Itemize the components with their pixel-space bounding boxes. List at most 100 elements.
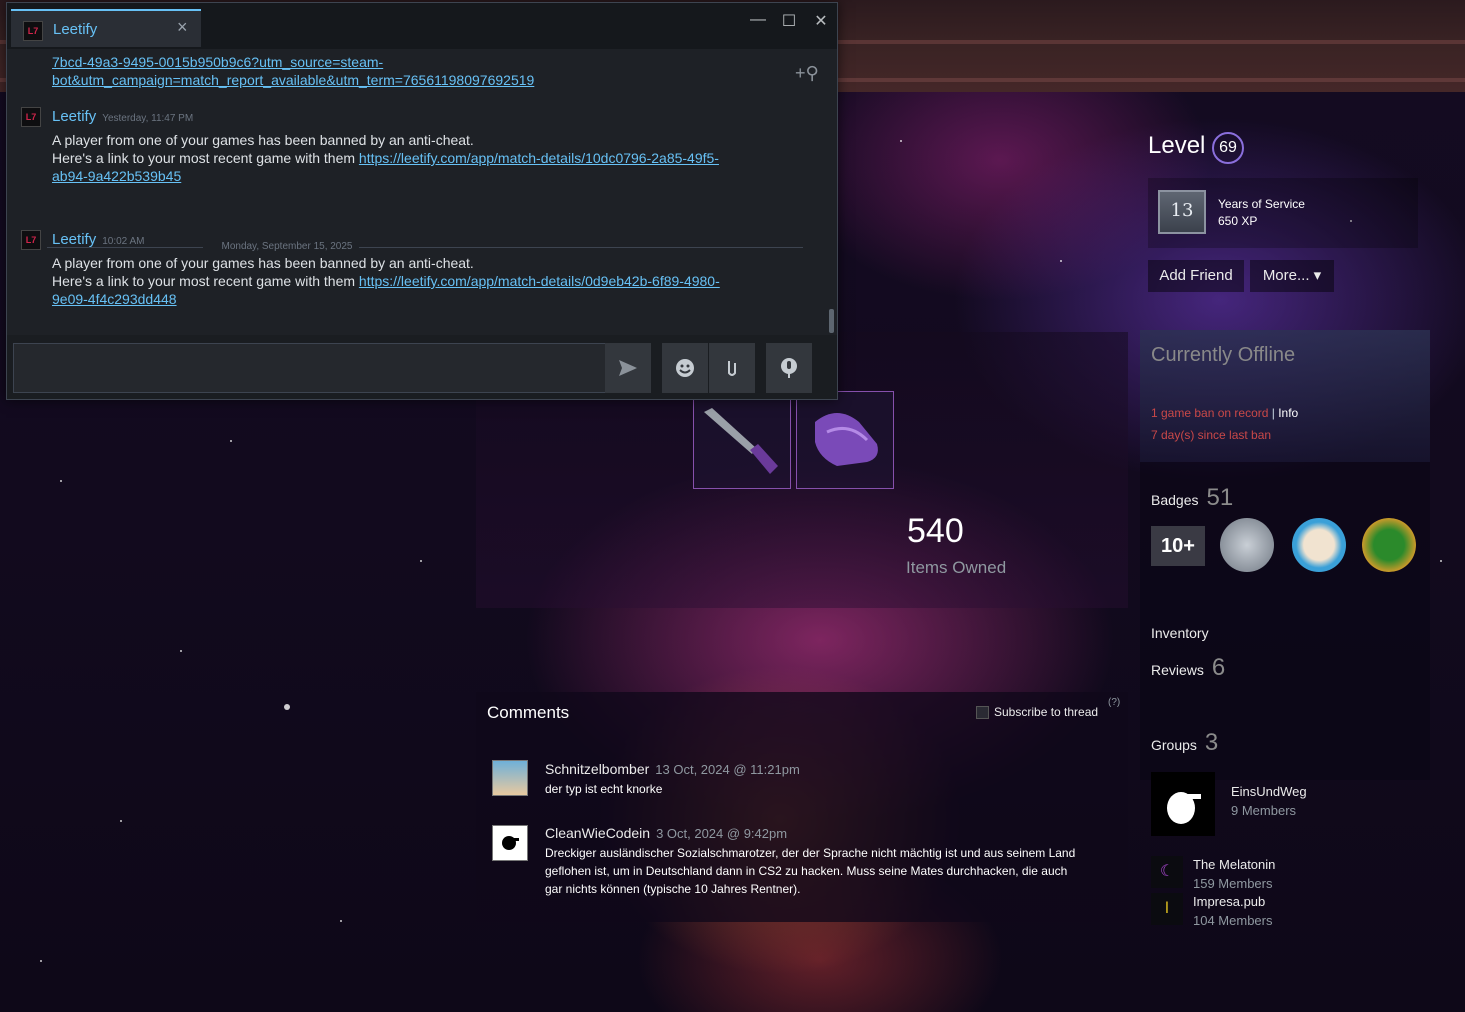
ban-text: 1 game ban on record [1151, 406, 1269, 420]
match-details-link[interactable]: https://leetify.com/app/match-details/10… [359, 150, 719, 166]
tree-badge-icon[interactable] [1362, 518, 1416, 572]
leetify-avatar-icon[interactable]: L7 [21, 230, 41, 250]
reviews-label[interactable]: Reviews [1151, 662, 1204, 678]
gloves-icon [815, 413, 878, 466]
star [40, 960, 42, 962]
message-text: Here's a link to your most recent game w… [52, 272, 720, 290]
emoji-button[interactable] [662, 343, 708, 393]
add-friend-icon[interactable]: +⚲ [795, 63, 819, 84]
chat-window: L7 Leetify × — ☐ ✕ 7bcd-49a3-9495-0015b9… [6, 2, 838, 400]
comment-avatar[interactable] [492, 825, 528, 861]
years-of-service-badge: 13 [1158, 190, 1206, 234]
comments-title: Comments [487, 703, 570, 722]
match-report-link-line2[interactable]: bot&utm_campaign=match_report_available&… [52, 72, 534, 88]
comment-author[interactable]: Schnitzelbomber [545, 761, 649, 777]
message-sender[interactable]: Leetify [52, 231, 96, 248]
chat-history[interactable]: 7bcd-49a3-9495-0015b950b9c6?utm_source=s… [7, 49, 837, 335]
years-of-service-box[interactable]: 13 Years of Service 650 XP [1148, 178, 1418, 248]
knife-icon [704, 408, 778, 474]
star [284, 704, 290, 710]
service-title: Years of Service [1218, 197, 1305, 211]
group-name[interactable]: EinsUndWeg [1231, 784, 1307, 799]
group-name[interactable]: Impresa.pub [1193, 894, 1265, 909]
star [900, 140, 902, 142]
portrait-badge-icon[interactable] [1292, 518, 1346, 572]
badge-10-years[interactable]: 10+ [1151, 526, 1205, 566]
chat-tab-leetify[interactable]: L7 Leetify × [11, 9, 201, 47]
subscribe-checkbox[interactable] [976, 706, 989, 719]
items-owned-count[interactable]: 540 [907, 512, 964, 551]
comment-date: 3 Oct, 2024 @ 9:42pm [656, 826, 788, 841]
maximize-button[interactable]: ☐ [779, 11, 799, 31]
close-button[interactable]: ✕ [811, 11, 831, 31]
star [60, 480, 62, 482]
match-details-link[interactable]: https://leetify.com/app/match-details/0d… [359, 273, 720, 289]
groups-count[interactable]: 3 [1205, 729, 1218, 756]
send-button[interactable] [605, 343, 651, 393]
items-owned-label[interactable]: Items Owned [906, 558, 1006, 578]
comment-author-row: CleanWieCodein 3 Oct, 2024 @ 9:42pm [545, 825, 787, 841]
separator-line [359, 247, 803, 248]
group-members: 104 Members [1193, 913, 1273, 928]
ban-status: 1 game ban on record | Info [1151, 406, 1298, 420]
message-text-prefix: Here's a link to your most recent game w… [52, 273, 359, 289]
bottle-icon[interactable]: ǀ [1151, 893, 1183, 925]
skull-badge-icon[interactable] [1220, 518, 1274, 572]
inventory-link[interactable]: Inventory [1151, 625, 1209, 641]
ban-info-link[interactable]: Info [1278, 406, 1298, 420]
star [180, 650, 182, 652]
comment-author[interactable]: CleanWieCodein [545, 825, 650, 841]
groups-section[interactable]: Groups 3 [1151, 729, 1218, 757]
day-separator-label: Monday, September 15, 2025 [221, 241, 353, 252]
minimize-button[interactable]: — [748, 11, 768, 29]
level-label: Level [1148, 132, 1206, 159]
comment-text: der typ ist echt knorke [545, 782, 663, 796]
chat-message-input[interactable] [13, 343, 607, 393]
subscribe-label[interactable]: Subscribe to thread [994, 705, 1098, 719]
message-text: Here's a link to your most recent game w… [52, 149, 719, 167]
chat-input-area [7, 335, 837, 399]
message-link-continued[interactable]: bot&utm_campaign=match_report_available&… [52, 71, 534, 89]
add-friend-button[interactable]: Add Friend [1148, 260, 1244, 292]
reviews-section[interactable]: Reviews 6 [1151, 654, 1225, 682]
level-badge[interactable]: 69 [1212, 132, 1244, 164]
match-details-link[interactable]: 9e09-4f4c293dd448 [52, 291, 177, 307]
ban-days: 7 day(s) since last ban [1151, 428, 1272, 442]
close-icon[interactable]: × [177, 17, 188, 38]
message-text: A player from one of your games has been… [52, 255, 474, 271]
badges-count[interactable]: 51 [1206, 484, 1233, 511]
star [1440, 560, 1442, 562]
star [420, 560, 422, 562]
match-report-link-line1[interactable]: 7bcd-49a3-9495-0015b950b9c6?utm_source=s… [52, 54, 383, 70]
message-sender[interactable]: Leetify [52, 108, 96, 125]
match-details-link[interactable]: ab94-9a422b539b45 [52, 168, 181, 184]
chat-tab-title: Leetify [53, 21, 98, 38]
online-status: Currently Offline [1151, 344, 1296, 366]
message-header: Leetify Yesterday, 11:47 PM [52, 108, 193, 125]
chat-titlebar[interactable]: L7 Leetify × — ☐ ✕ [7, 3, 837, 49]
help-icon[interactable]: (?) [1108, 697, 1120, 708]
groups-label[interactable]: Groups [1151, 737, 1197, 753]
message-text: A player from one of your games has been… [52, 132, 474, 148]
badges-label[interactable]: Badges [1151, 492, 1198, 508]
leetify-avatar-icon[interactable]: L7 [21, 107, 41, 127]
comment-author-row: Schnitzelbomber 13 Oct, 2024 @ 11:21pm [545, 761, 800, 777]
group-name[interactable]: The Melatonin [1193, 857, 1275, 872]
more-button[interactable]: More... ▾ [1250, 260, 1334, 292]
message-text: ab94-9a422b539b45 [52, 167, 181, 185]
star [120, 820, 122, 822]
badges-section[interactable]: Badges 51 [1151, 484, 1233, 512]
message-timestamp: 10:02 AM [102, 236, 145, 247]
attach-button[interactable] [709, 343, 755, 393]
comment-avatar[interactable] [492, 760, 528, 796]
comment-text: Dreckiger ausländischer Sozialschmarotze… [545, 846, 1076, 896]
item-slot-knife[interactable] [693, 391, 791, 489]
voice-button[interactable] [766, 343, 812, 393]
send-icon [619, 360, 637, 376]
moon-icon[interactable]: ☾ [1151, 856, 1183, 888]
chat-scrollbar-thumb[interactable] [829, 309, 834, 333]
message-link-continued[interactable]: 7bcd-49a3-9495-0015b950b9c6?utm_source=s… [52, 53, 383, 71]
group-avatar-einsundweg[interactable] [1151, 772, 1215, 836]
reviews-count[interactable]: 6 [1212, 654, 1225, 681]
item-slot-gloves[interactable] [796, 391, 894, 489]
